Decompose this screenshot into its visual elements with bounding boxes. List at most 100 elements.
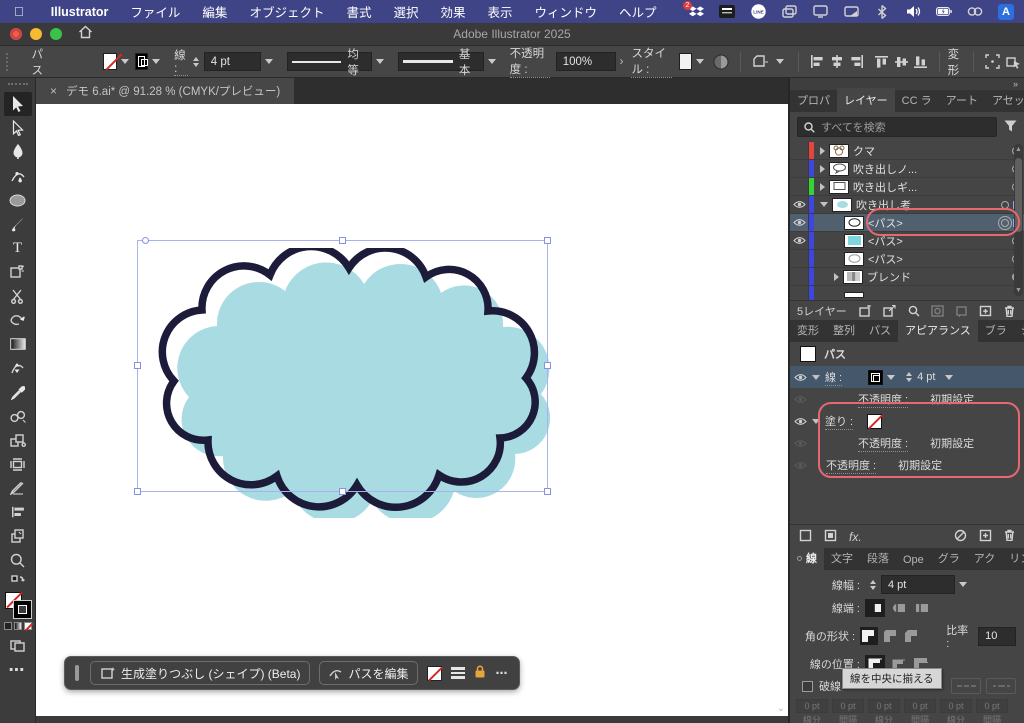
- shape-options-icon[interactable]: [752, 53, 769, 71]
- align-left-icon[interactable]: [810, 53, 824, 71]
- weight-chevron-icon[interactable]: [959, 582, 967, 587]
- layer-thumbnail[interactable]: [844, 252, 864, 266]
- appearance-fill-swatch[interactable]: [867, 414, 882, 429]
- width-tool[interactable]: [4, 356, 32, 380]
- menu-select[interactable]: 選択: [382, 2, 429, 21]
- width-profile-dropdown[interactable]: 均等: [287, 52, 373, 71]
- duplicate-item-icon[interactable]: [979, 529, 992, 545]
- clear-appearance-icon[interactable]: [954, 529, 967, 545]
- tab-actions[interactable]: アク: [967, 546, 1002, 570]
- menu-illustrator[interactable]: Illustrator: [40, 5, 120, 19]
- layer-thumbnail[interactable]: [843, 270, 863, 284]
- layer-thumbnail[interactable]: [829, 162, 849, 176]
- layer-row-fukidashi-no[interactable]: 吹き出しノ...: [790, 160, 1024, 178]
- gradient-button[interactable]: [14, 622, 22, 630]
- zoom-tool[interactable]: [4, 548, 32, 572]
- layer-row-fukidashi-gi[interactable]: 吹き出しギ...: [790, 178, 1024, 196]
- tab-layers[interactable]: レイヤー: [837, 88, 895, 112]
- stroke-swatch-chevron-icon[interactable]: [887, 375, 895, 380]
- color-button[interactable]: [4, 622, 12, 630]
- width-profile-chevron-icon[interactable]: [376, 59, 384, 64]
- delete-layer-icon[interactable]: [1002, 303, 1017, 318]
- gap-field[interactable]: 0 pt: [832, 699, 864, 713]
- crop-marks-icon[interactable]: [985, 53, 1000, 71]
- appearance-object-opacity-row[interactable]: 不透明度 : 初期設定: [790, 454, 1024, 476]
- expand-chevron-icon[interactable]: [834, 273, 839, 281]
- toolbar-grip[interactable]: [8, 83, 28, 88]
- blend-tool[interactable]: [4, 404, 32, 428]
- expand-chevron-icon[interactable]: [820, 147, 825, 155]
- target-circle-targeted[interactable]: [1001, 219, 1009, 227]
- expand-chevron-icon[interactable]: [820, 183, 825, 191]
- gap-field[interactable]: 0 pt: [904, 699, 936, 713]
- round-cap-button[interactable]: [888, 599, 908, 617]
- edit-path-button[interactable]: パスを編集: [319, 661, 418, 685]
- tab-transform[interactable]: 変形: [790, 318, 826, 342]
- collapse-chevron-icon[interactable]: [812, 375, 820, 380]
- delete-item-icon[interactable]: [1004, 529, 1015, 544]
- controlbar-grip[interactable]: [6, 53, 10, 71]
- appearance-stroke-row[interactable]: 線 : 4 pt: [790, 366, 1024, 388]
- dash-field[interactable]: 0 pt: [796, 699, 828, 713]
- screen-mirroring-icon[interactable]: [843, 4, 859, 20]
- close-tab-icon[interactable]: ×: [50, 84, 57, 98]
- visibility-eye-dim-icon[interactable]: [790, 461, 810, 470]
- tourbox-icon[interactable]: [719, 4, 735, 20]
- layer-thumbnail[interactable]: [829, 144, 849, 158]
- opacity-expand-icon[interactable]: ›: [620, 56, 624, 68]
- input-source-icon[interactable]: A: [998, 4, 1014, 20]
- isolate-selection-icon[interactable]: [1006, 53, 1021, 71]
- symbol-sprayer-tool[interactable]: [4, 428, 32, 452]
- opacity-value[interactable]: 初期設定: [898, 457, 942, 473]
- tab-symbols[interactable]: シン: [1014, 318, 1024, 342]
- dashed-line-checkbox[interactable]: [802, 681, 813, 692]
- free-transform-tool[interactable]: [4, 260, 32, 284]
- layer-row-path-selected[interactable]: <パス>: [790, 214, 1024, 232]
- stroke-color-swatch[interactable]: [135, 53, 148, 70]
- menu-help[interactable]: ヘルプ: [608, 2, 668, 21]
- stroke-proxy[interactable]: [14, 601, 31, 618]
- tab-properties[interactable]: プロパ: [790, 88, 837, 112]
- layer-thumbnail[interactable]: [829, 180, 849, 194]
- collapse-chevron-icon[interactable]: [820, 202, 828, 207]
- taskbar-drag-handle[interactable]: [75, 665, 79, 681]
- menu-file[interactable]: ファイル: [119, 2, 191, 21]
- round-join-button[interactable]: [881, 627, 899, 645]
- selection-handle[interactable]: [142, 237, 149, 244]
- opacity-label[interactable]: 不透明度 :: [826, 457, 876, 474]
- stroke-width-chevron-icon[interactable]: [945, 375, 953, 380]
- selection-bounding-box[interactable]: [137, 240, 548, 492]
- appearance-stroke-opacity-row[interactable]: 不透明度 : 初期設定: [790, 388, 1024, 410]
- pen-tool[interactable]: [4, 140, 32, 164]
- butt-cap-button[interactable]: [865, 599, 885, 617]
- line-app-icon[interactable]: LINE: [750, 4, 766, 20]
- visibility-eye-icon[interactable]: [790, 417, 810, 426]
- curvature-tool[interactable]: [4, 164, 32, 188]
- tab-gradient[interactable]: グラ: [931, 546, 967, 570]
- layer-row-kuma[interactable]: クマ: [790, 142, 1024, 160]
- dash-field[interactable]: 0 pt: [868, 699, 900, 713]
- weight-stepper[interactable]: [870, 580, 876, 590]
- visibility-eye-icon[interactable]: [790, 214, 809, 231]
- shape-options-chevron-icon[interactable]: [776, 59, 784, 64]
- layers-scrollbar[interactable]: ▲ ▼: [1014, 144, 1023, 296]
- menu-effect[interactable]: 効果: [429, 2, 476, 21]
- none-button[interactable]: [24, 622, 32, 630]
- add-stroke-icon[interactable]: [799, 529, 812, 545]
- layer-row-path-ellipse[interactable]: <パス>: [790, 250, 1024, 268]
- new-layer-icon[interactable]: [978, 303, 993, 318]
- brush-chevron-icon[interactable]: [488, 59, 496, 64]
- miter-join-button[interactable]: [860, 627, 878, 645]
- direct-selection-tool[interactable]: [4, 116, 32, 140]
- collect-for-export-icon[interactable]: [858, 303, 873, 318]
- tab-stroke[interactable]: 線: [790, 546, 824, 570]
- selection-handle[interactable]: [339, 488, 346, 495]
- visibility-eye-dim-icon[interactable]: [790, 439, 810, 448]
- layer-thumbnail[interactable]: [832, 198, 852, 212]
- align-right-icon[interactable]: [850, 53, 864, 71]
- tab-appearance[interactable]: アピアランス: [898, 318, 978, 342]
- menu-type[interactable]: 書式: [335, 2, 382, 21]
- menu-edit[interactable]: 編集: [191, 2, 238, 21]
- tab-opentype[interactable]: Ope: [896, 550, 931, 570]
- tab-cc-libraries[interactable]: CC ラ: [895, 88, 939, 112]
